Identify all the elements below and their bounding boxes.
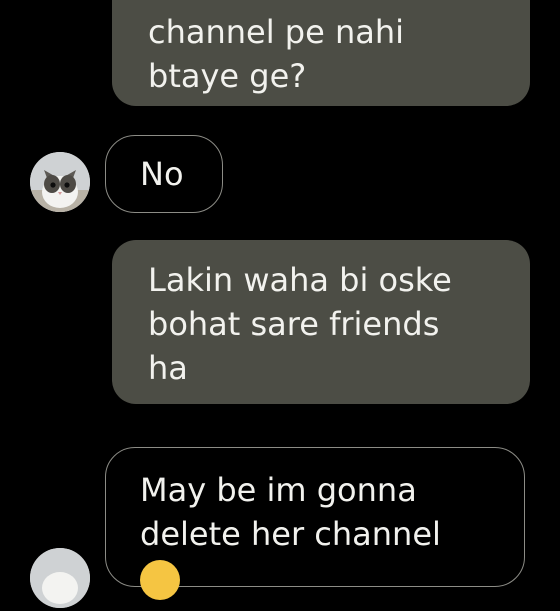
- message-text-line: Lakin waha bi oske: [148, 261, 452, 299]
- message-text-line: bohat sare friends: [148, 305, 440, 343]
- cat-avatar-icon[interactable]: [30, 548, 90, 608]
- message-text-line: No: [140, 155, 184, 193]
- outgoing-message-bubble[interactable]: Lakin waha bi oske bohat sare friends ha: [112, 240, 530, 404]
- outgoing-message-bubble[interactable]: channel pe nahi btaye ge?: [112, 0, 530, 106]
- emoji-icon: [140, 560, 180, 600]
- message-text-line: channel pe nahi: [148, 13, 405, 51]
- cat-avatar-icon[interactable]: [30, 152, 90, 212]
- incoming-message-bubble[interactable]: No: [105, 135, 223, 213]
- message-text-line: delete her channel: [140, 515, 441, 553]
- message-text-line: ha: [148, 349, 188, 387]
- message-text-line: btaye ge?: [148, 57, 307, 95]
- message-text-line: May be im gonna: [140, 471, 417, 509]
- incoming-message-bubble[interactable]: May be im gonna delete her channel: [105, 447, 525, 600]
